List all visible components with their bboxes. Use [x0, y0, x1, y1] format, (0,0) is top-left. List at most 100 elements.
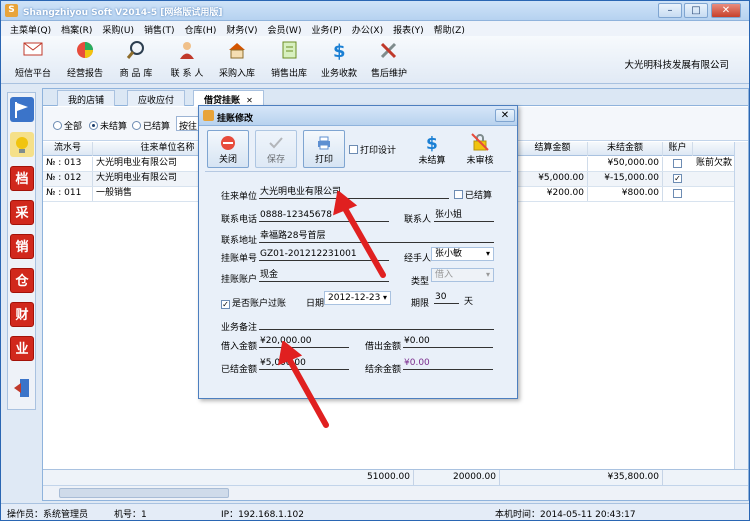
dialog-unsettled-button[interactable]: $ 未结算 — [409, 130, 455, 168]
scroll-thumb[interactable] — [59, 488, 229, 498]
toolbar-contacts-button[interactable]: 联 系 人 — [163, 40, 211, 82]
contact-field[interactable]: 张小姐 — [434, 209, 494, 222]
menu-help[interactable]: 帮助(Z) — [429, 21, 470, 36]
vertical-scrollbar[interactable] — [734, 142, 748, 469]
row-settled — [518, 157, 588, 171]
flag-icon[interactable] — [10, 97, 34, 122]
type-select[interactable]: 借入 — [431, 268, 494, 282]
filter-settled-radio[interactable]: 已结算 — [132, 119, 170, 132]
toolbar-purchase-in-button[interactable]: 采购入库 — [213, 40, 261, 82]
warehouse-icon[interactable]: 仓 — [10, 268, 34, 293]
minimize-button[interactable]: – — [658, 3, 682, 18]
dialog-unaudited-button[interactable]: 未审核 — [457, 130, 503, 168]
status-machine: 机号：1 — [114, 510, 147, 520]
row-serial: № : 012 — [43, 172, 93, 186]
row-account-checkbox[interactable]: ✓ — [673, 174, 682, 183]
mail-icon — [20, 40, 46, 64]
handler-label: 经手人 — [404, 254, 432, 264]
remark-field[interactable] — [259, 317, 494, 330]
menu-office[interactable]: 办公(X) — [347, 21, 388, 36]
handler-select[interactable]: 张小敏 — [431, 247, 494, 261]
menu-warehouse[interactable]: 仓库(H) — [180, 21, 222, 36]
tab-my-store[interactable]: 我的店铺 — [57, 90, 116, 106]
menu-purchase[interactable]: 采购(U) — [97, 21, 139, 36]
tools-icon — [376, 40, 402, 64]
filter-unsettled-radio[interactable]: 未结算 — [89, 119, 127, 132]
svg-text:$: $ — [333, 41, 346, 60]
row-unsettled: ¥50,000.00 — [588, 157, 663, 171]
period-unit: 天 — [464, 297, 474, 307]
menu-member[interactable]: 会员(W) — [263, 21, 307, 36]
toolbar-sms-button[interactable]: 短信平台 — [9, 40, 57, 82]
toolbar-sales-out-button[interactable]: 销售出库 — [265, 40, 313, 82]
filter-all-radio[interactable]: 全部 — [53, 119, 82, 132]
row-unsettled: ¥800.00 — [588, 187, 663, 201]
row-account-checkbox[interactable] — [673, 189, 682, 198]
settled-checkbox[interactable]: 已结算 — [454, 188, 492, 201]
sales-icon[interactable]: 销 — [10, 234, 34, 259]
title-bar: S Shangzhiyou Soft V2014-5 [网络版试用版] – □ … — [1, 1, 749, 21]
menu-business[interactable]: 业务(P) — [306, 21, 346, 36]
filter-field-select[interactable]: 按往 — [176, 116, 200, 132]
row-settled: ¥5,000.00 — [518, 172, 588, 186]
menu-main[interactable]: 主菜单(Q) — [5, 21, 56, 36]
dialog-app-icon — [203, 110, 214, 121]
dialog-title: 挂账修改 — [217, 114, 254, 124]
status-ip: IP：192.168.1.102 — [221, 510, 304, 520]
period-field[interactable]: 30 — [434, 291, 459, 304]
status-bar: 操作员：系统管理员 机号：1 IP：192.168.1.102 本机时间：201… — [1, 503, 749, 520]
close-window-button[interactable]: ✕ — [711, 3, 741, 18]
horizontal-scrollbar[interactable] — [43, 485, 748, 500]
bill-no-label: 挂账单号 — [221, 254, 258, 264]
balance-field[interactable]: ¥0.00 — [403, 357, 493, 370]
remark-label: 业务备注 — [221, 323, 258, 333]
menu-sales[interactable]: 销售(T) — [139, 21, 180, 36]
dialog-close-button[interactable]: 关闭 — [207, 130, 249, 168]
main-toolbar: 短信平台 经营报告 商 品 库 联 系 人 采购入库 销售出库 $ 业务收款 售 — [1, 36, 749, 84]
finance-icon[interactable]: 财 — [10, 302, 34, 327]
radio-icon — [132, 121, 141, 130]
archive-icon[interactable]: 档 — [10, 166, 34, 191]
purchase-icon[interactable]: 采 — [10, 200, 34, 225]
menu-records[interactable]: 档案(R) — [56, 21, 97, 36]
business-icon[interactable]: 业 — [10, 336, 34, 361]
dialog-close-icon[interactable]: ✕ — [495, 109, 515, 122]
toolbar-products-button[interactable]: 商 品 库 — [112, 40, 160, 82]
maximize-button[interactable]: □ — [684, 3, 708, 18]
checkbox-checked-icon: ✓ — [221, 300, 230, 309]
menu-finance[interactable]: 财务(V) — [221, 21, 262, 36]
overdue-checkbox[interactable]: ✓ 是否账户过账 — [221, 296, 286, 309]
borrow-in-label: 借入金额 — [221, 342, 258, 352]
toolbar-service-button[interactable]: 售后维护 — [365, 40, 413, 82]
borrow-out-field[interactable]: ¥0.00 — [403, 335, 493, 348]
dialog-print-button[interactable]: 打印 — [303, 130, 345, 168]
print-design-checkbox[interactable]: 打印设计 — [349, 143, 396, 156]
tab-loan-ledger[interactable]: 借贷挂账 ✕ — [193, 90, 264, 106]
row-settled: ¥200.00 — [518, 187, 588, 201]
tab-close-icon[interactable]: ✕ — [246, 96, 253, 105]
date-select[interactable]: 2012-12-23 — [324, 291, 391, 305]
total-b: 20000.00 — [435, 470, 500, 486]
row-serial: № : 013 — [43, 157, 93, 171]
dialog-save-button[interactable]: 保存 — [255, 130, 297, 168]
address-label: 联系地址 — [221, 236, 258, 246]
toolbar-report-button[interactable]: 经营报告 — [61, 40, 109, 82]
grid-totals-row: 51000.00 20000.00 ¥35,800.00 — [43, 469, 748, 486]
toolbar-receipt-button[interactable]: $ 业务收款 — [315, 40, 363, 82]
exit-icon[interactable] — [10, 375, 34, 400]
dollar-icon: $ — [422, 132, 442, 154]
header-serial: 流水号 — [43, 142, 93, 156]
left-sidebar: 档 采 销 仓 财 业 — [7, 92, 36, 410]
borrow-out-label: 借出金额 — [365, 342, 402, 352]
menu-reports[interactable]: 报表(Y) — [388, 21, 429, 36]
contact-label: 联系人 — [404, 215, 432, 225]
dialog-title-bar: 挂账修改 ✕ — [199, 106, 517, 126]
tab-receivables[interactable]: 应收应付 — [127, 90, 186, 106]
app-window: S Shangzhiyou Soft V2014-5 [网络版试用版] – □ … — [0, 0, 750, 521]
period-label: 期限 — [411, 299, 430, 309]
lock-icon — [470, 132, 490, 152]
row-account-checkbox[interactable] — [673, 159, 682, 168]
lightbulb-icon[interactable] — [10, 132, 34, 157]
header-account: 账户 — [663, 142, 693, 156]
arrow-annotation-icon — [278, 341, 329, 428]
